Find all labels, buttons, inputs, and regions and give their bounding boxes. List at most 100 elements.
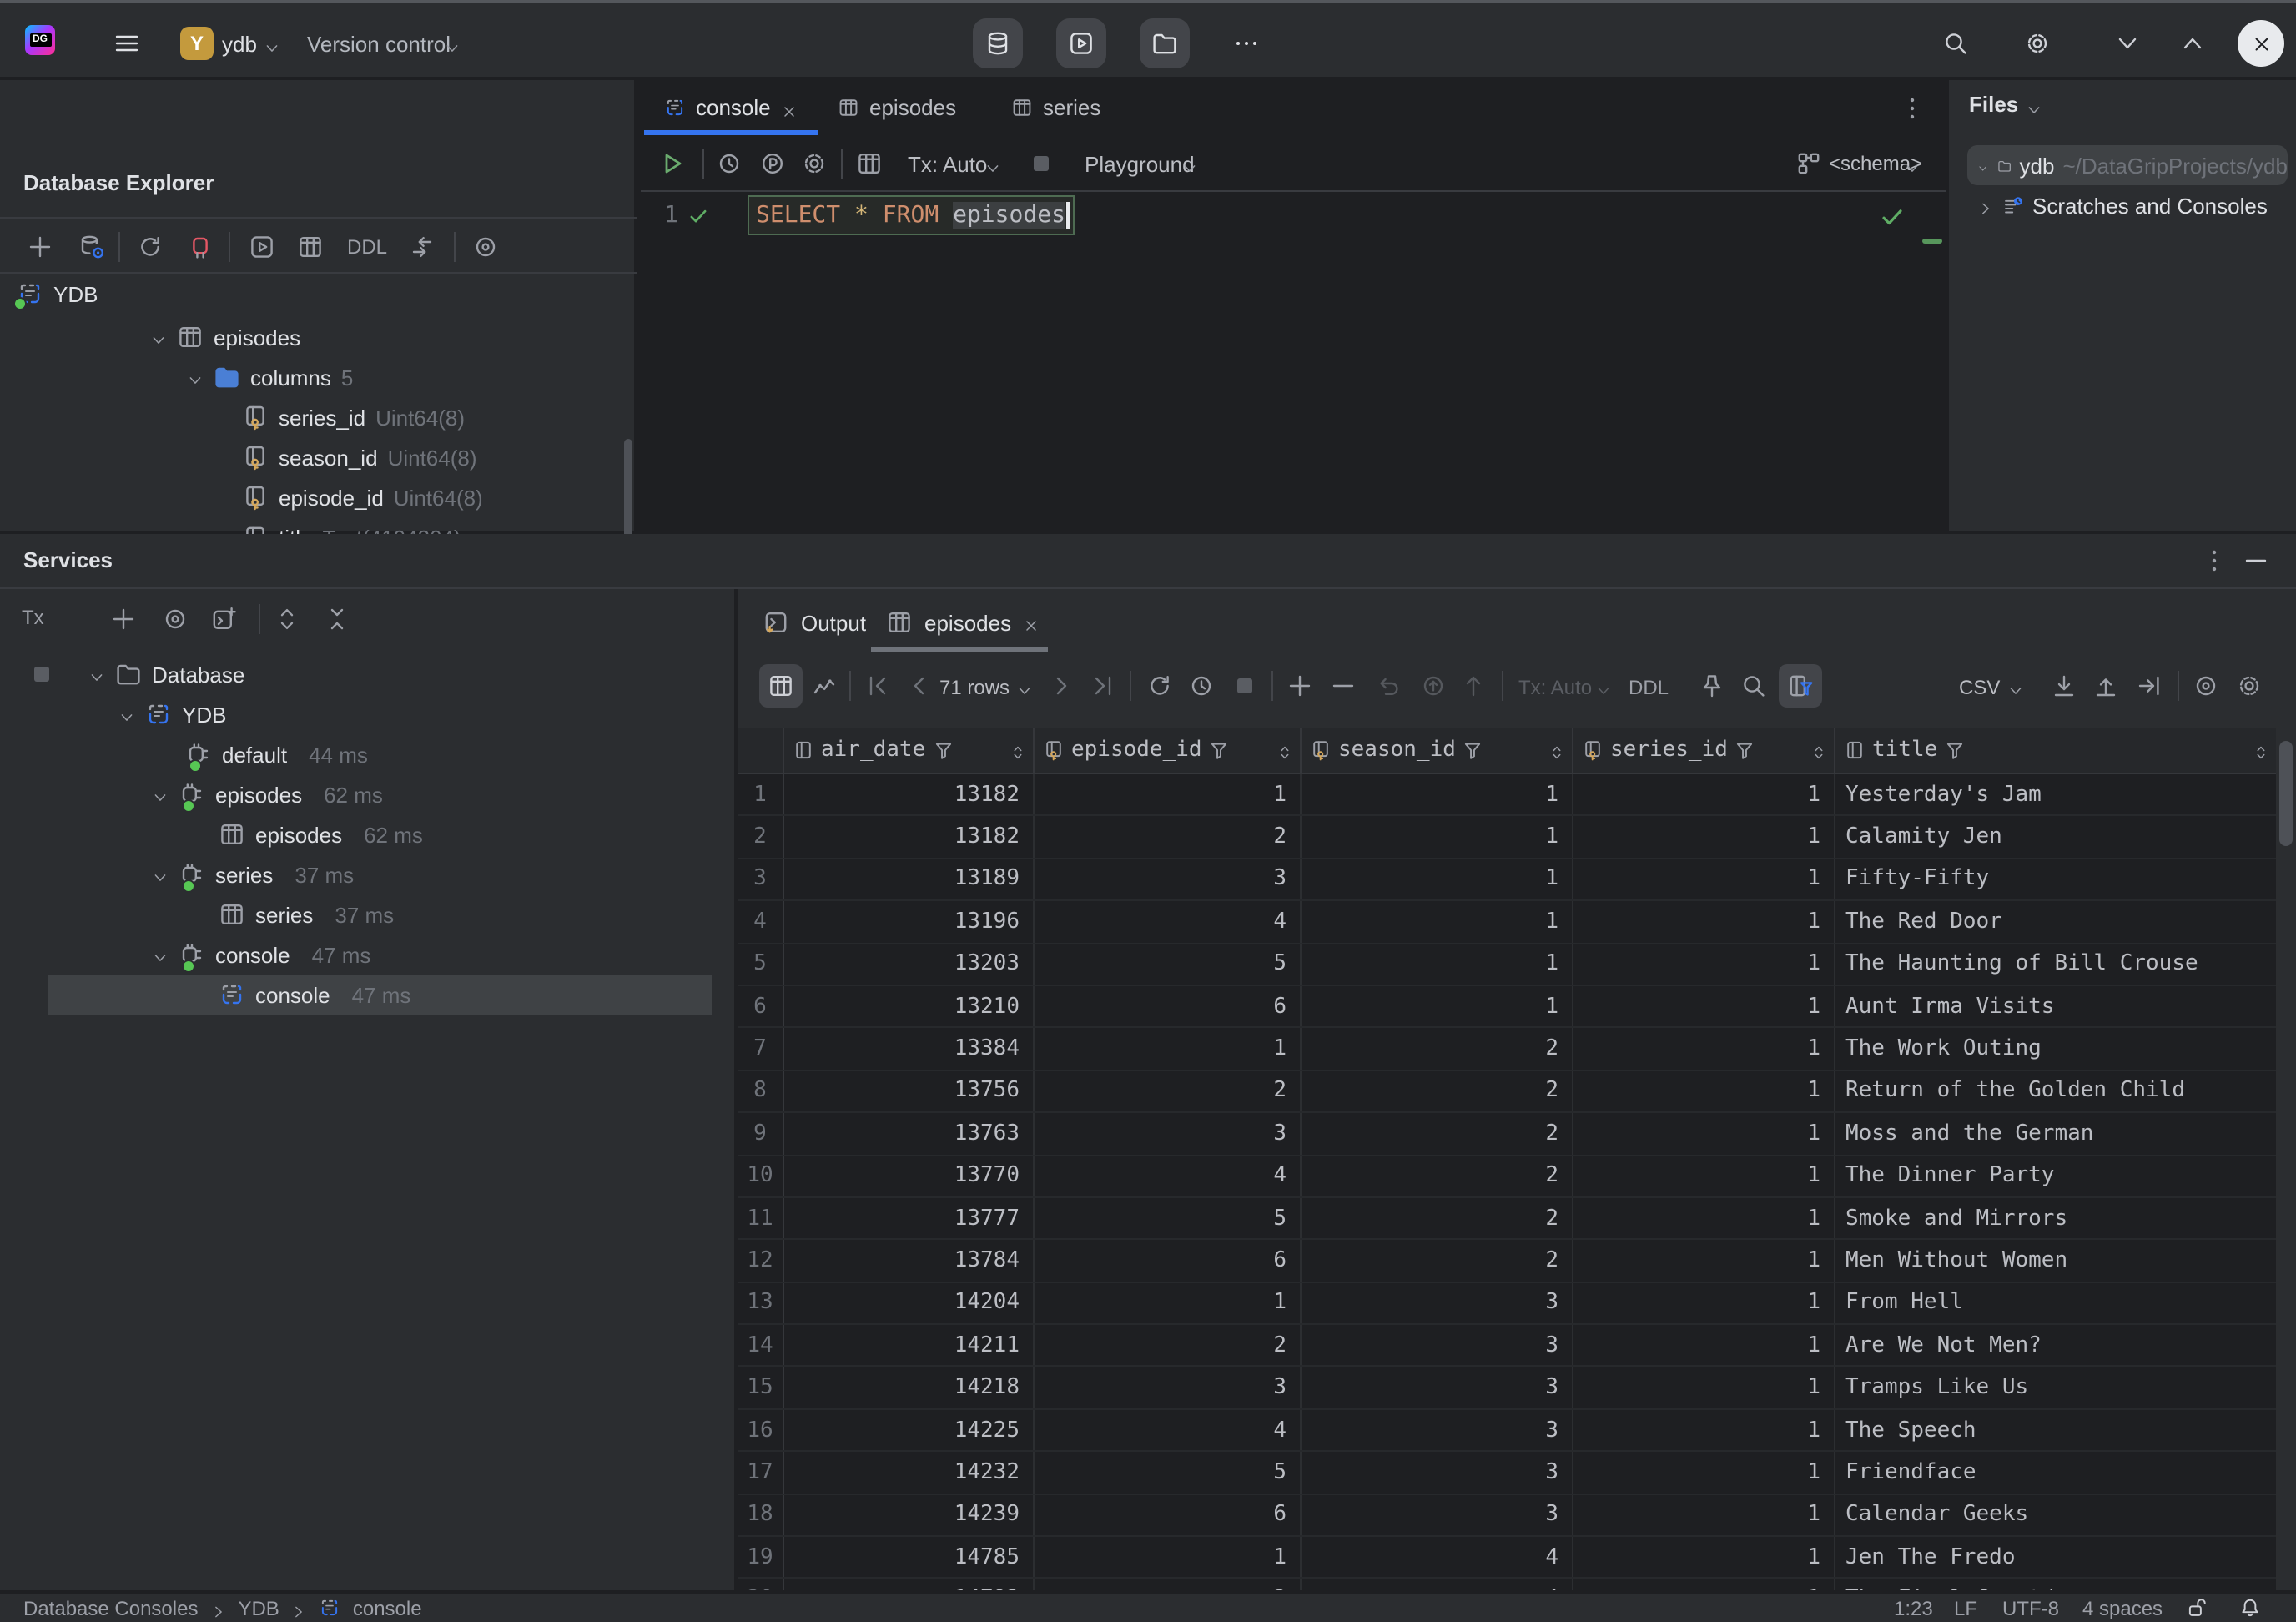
cell[interactable]: 1 bbox=[1573, 1113, 1835, 1154]
cell[interactable]: 1 bbox=[1302, 859, 1573, 900]
sort-icon[interactable] bbox=[1276, 742, 1293, 758]
cell[interactable]: 3 bbox=[1035, 1113, 1302, 1154]
table-row[interactable]: 113182111Yesterday's Jam bbox=[738, 774, 2276, 817]
cell[interactable]: 3 bbox=[1302, 1325, 1573, 1366]
close-tab-icon[interactable] bbox=[1023, 614, 1040, 631]
project-avatar[interactable]: Y bbox=[180, 27, 214, 60]
sort-icon[interactable] bbox=[1810, 742, 1827, 758]
cell[interactable]: 13189 bbox=[784, 859, 1035, 900]
cell[interactable]: Tramps Like Us bbox=[1835, 1368, 2276, 1408]
table-row[interactable]: 1213784621Men Without Women bbox=[738, 1241, 2276, 1283]
cell[interactable]: 2 bbox=[1302, 1156, 1573, 1196]
cell[interactable]: 1 bbox=[1302, 817, 1573, 858]
cell[interactable]: 2 bbox=[1302, 1029, 1573, 1070]
result-view-icon[interactable] bbox=[856, 150, 883, 177]
chevron-down-icon[interactable] bbox=[984, 157, 1001, 174]
services-node-database[interactable]: Database bbox=[88, 654, 244, 694]
services-node-episodes-table[interactable]: episodes 62 ms bbox=[219, 814, 423, 854]
search-icon[interactable] bbox=[1942, 30, 1969, 57]
cell[interactable]: 1 bbox=[1573, 901, 1835, 942]
cell[interactable]: 13182 bbox=[784, 817, 1035, 858]
cell[interactable]: 4 bbox=[1035, 901, 1302, 942]
main-menu-icon[interactable] bbox=[113, 30, 140, 57]
cell[interactable]: 3 bbox=[1035, 1368, 1302, 1408]
ddl-button[interactable]: DDL bbox=[1629, 676, 1669, 699]
services-node-episodes[interactable]: episodes 62 ms bbox=[152, 774, 383, 814]
cell[interactable]: Jen The Fredo bbox=[1835, 1537, 2276, 1578]
expand-all-icon[interactable] bbox=[274, 606, 300, 632]
table-row[interactable]: 1614225431The Speech bbox=[738, 1410, 2276, 1453]
cell[interactable]: 5 bbox=[1035, 944, 1302, 985]
table-row[interactable]: 513203511The Haunting of Bill Crouse bbox=[738, 944, 2276, 986]
column-header-title[interactable]: title bbox=[1835, 728, 2276, 773]
cell[interactable]: 13756 bbox=[784, 1070, 1035, 1111]
services-node-console-selected[interactable]: console 47 ms bbox=[48, 975, 712, 1015]
chevron-down-icon[interactable] bbox=[1181, 157, 1198, 174]
cell[interactable]: 3 bbox=[1302, 1494, 1573, 1535]
cell[interactable]: Moss and the German bbox=[1835, 1113, 2276, 1154]
table-row[interactable]: 913763321Moss and the German bbox=[738, 1113, 2276, 1156]
export-to-icon[interactable] bbox=[2136, 672, 2163, 699]
table-row[interactable]: 613210611Aunt Irma Visits bbox=[738, 986, 2276, 1029]
cell[interactable]: Men Without Women bbox=[1835, 1241, 2276, 1282]
cell[interactable]: 13784 bbox=[784, 1241, 1035, 1282]
services-node-console[interactable]: console 47 ms bbox=[152, 934, 370, 975]
explorer-node-columns[interactable]: columns 5 bbox=[187, 357, 353, 397]
chevron-down-icon[interactable] bbox=[2007, 679, 2024, 696]
filter-funnel-icon[interactable] bbox=[932, 739, 954, 761]
cell[interactable]: 2 bbox=[1035, 1325, 1302, 1366]
chart-view-icon[interactable] bbox=[811, 672, 838, 699]
schema-icon[interactable] bbox=[1795, 150, 1822, 177]
table-row[interactable]: 1514218331Tramps Like Us bbox=[738, 1368, 2276, 1410]
cell[interactable]: 13770 bbox=[784, 1156, 1035, 1196]
datasource-properties-icon[interactable] bbox=[78, 234, 105, 260]
filter-funnel-icon[interactable] bbox=[1735, 739, 1756, 761]
grid-settings-icon[interactable] bbox=[2236, 672, 2263, 699]
cell[interactable]: 1 bbox=[1573, 1029, 1835, 1070]
file-encoding[interactable]: UTF-8 bbox=[2002, 1597, 2059, 1620]
cell[interactable]: 1 bbox=[1573, 1070, 1835, 1111]
cell[interactable]: 6 bbox=[1035, 1241, 1302, 1282]
export-format-select[interactable]: CSV bbox=[1959, 676, 2000, 699]
cell[interactable]: 2 bbox=[1302, 1070, 1573, 1111]
tx-mode-select[interactable]: Tx: Auto bbox=[908, 152, 987, 177]
table-row[interactable]: 1113777521Smoke and Mirrors bbox=[738, 1198, 2276, 1241]
chevron-down-icon[interactable] bbox=[1904, 157, 1921, 174]
explorer-node-episodes[interactable]: episodes bbox=[150, 317, 300, 357]
tab-console[interactable]: console bbox=[644, 80, 818, 135]
project-chevron-icon[interactable] bbox=[264, 37, 280, 53]
cell[interactable]: 3 bbox=[1302, 1368, 1573, 1408]
chevron-down-icon[interactable] bbox=[118, 706, 135, 723]
table-row[interactable]: 1914785141Jen The Fredo bbox=[738, 1537, 2276, 1579]
table-row[interactable]: 2014792241The Final Countdown bbox=[738, 1579, 2276, 1590]
cell[interactable]: 2 bbox=[1302, 1198, 1573, 1239]
ddl-button[interactable]: DDL bbox=[347, 235, 387, 259]
cell[interactable]: 1 bbox=[1573, 1494, 1835, 1535]
cell[interactable]: 14239 bbox=[784, 1494, 1035, 1535]
column-header-season-id[interactable]: season_id bbox=[1302, 728, 1573, 773]
chevron-down-icon[interactable] bbox=[152, 786, 169, 803]
first-page-icon[interactable] bbox=[864, 672, 891, 699]
filter-button[interactable] bbox=[1779, 664, 1822, 708]
cell[interactable]: 6 bbox=[1035, 986, 1302, 1027]
cell[interactable]: 1 bbox=[1573, 817, 1835, 858]
cell[interactable]: 3 bbox=[1302, 1410, 1573, 1451]
cell[interactable]: 2 bbox=[1302, 1113, 1573, 1154]
refresh-icon[interactable] bbox=[137, 234, 164, 260]
services-node-series-table[interactable]: series 37 ms bbox=[219, 894, 394, 934]
filter-funnel-icon[interactable] bbox=[1463, 739, 1484, 761]
cell[interactable]: 5 bbox=[1035, 1198, 1302, 1239]
cell[interactable]: Return of the Golden Child bbox=[1835, 1070, 2276, 1111]
breadcrumb-item[interactable]: Database Consoles bbox=[23, 1596, 198, 1619]
chevron-down-icon[interactable] bbox=[88, 666, 105, 683]
cell[interactable]: 4 bbox=[1302, 1537, 1573, 1578]
table-row[interactable]: 1414211231Are We Not Men? bbox=[738, 1325, 2276, 1368]
cell[interactable]: 14232 bbox=[784, 1453, 1035, 1494]
project-name[interactable]: ydb bbox=[222, 32, 257, 57]
run-tool-button[interactable] bbox=[1056, 18, 1106, 68]
cell[interactable]: 13182 bbox=[784, 774, 1035, 815]
indent-style[interactable]: 4 spaces bbox=[2082, 1597, 2163, 1620]
cell[interactable]: 14225 bbox=[784, 1410, 1035, 1451]
cell[interactable]: 1 bbox=[1573, 1537, 1835, 1578]
window-chevron-down-icon[interactable] bbox=[2114, 30, 2141, 57]
